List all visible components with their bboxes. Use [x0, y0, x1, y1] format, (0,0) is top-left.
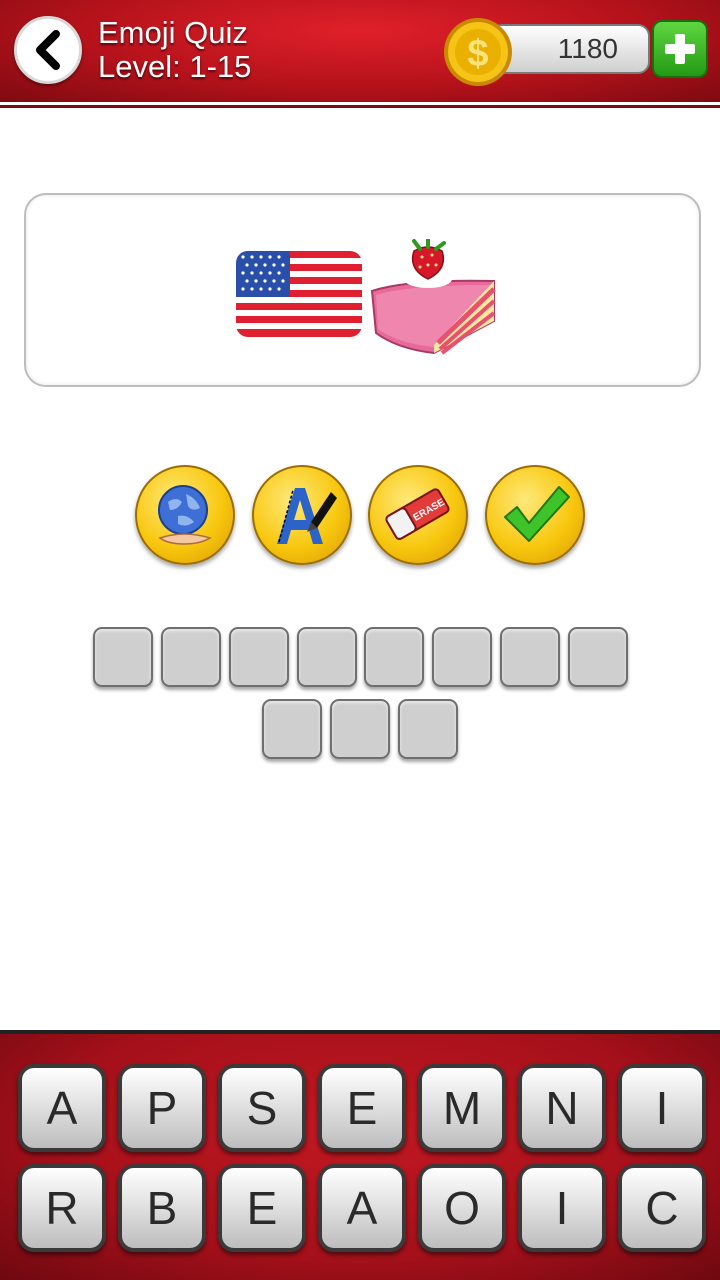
- answer-slot[interactable]: [398, 699, 458, 759]
- coin-count: 1180: [557, 33, 618, 64]
- top-bar: Emoji Quiz Level: 1-15 1180 $: [0, 0, 720, 108]
- erase-icon: ERASE: [385, 488, 450, 540]
- chevron-left-icon: [36, 30, 60, 70]
- letter-key[interactable]: B: [118, 1164, 206, 1252]
- answer-slot[interactable]: [364, 627, 424, 687]
- letter-key[interactable]: M: [418, 1064, 506, 1152]
- letter-keyboard: A P S E M N I R B E A O I C: [0, 1030, 720, 1280]
- svg-text:$: $: [467, 33, 488, 75]
- erase-button[interactable]: ERASE: [368, 465, 468, 565]
- plus-icon: [665, 34, 695, 64]
- answer-slot[interactable]: [500, 627, 560, 687]
- letter-key[interactable]: S: [218, 1064, 306, 1152]
- answer-slot[interactable]: [297, 627, 357, 687]
- game-title: Emoji Quiz: [98, 15, 248, 50]
- letter-key[interactable]: I: [618, 1064, 706, 1152]
- level-title: Emoji Quiz Level: 1-15: [98, 16, 251, 84]
- coin-balance: 1180: [490, 24, 650, 74]
- add-coins-button[interactable]: [652, 20, 708, 78]
- letter-key[interactable]: R: [18, 1164, 106, 1252]
- reveal-letter-button[interactable]: [252, 465, 352, 565]
- letter-key[interactable]: O: [418, 1164, 506, 1252]
- level-label: Level: 1-15: [98, 49, 252, 84]
- solve-button[interactable]: [485, 465, 585, 565]
- emoji-clue-panel: [24, 193, 701, 387]
- letter-key[interactable]: C: [618, 1164, 706, 1252]
- letter-key[interactable]: A: [18, 1064, 106, 1152]
- coin-icon: $: [444, 18, 512, 86]
- letter-key[interactable]: E: [318, 1064, 406, 1152]
- letter-key[interactable]: I: [518, 1164, 606, 1252]
- solve-check-icon: [504, 486, 570, 542]
- letter-key[interactable]: E: [218, 1164, 306, 1252]
- letter-key[interactable]: N: [518, 1064, 606, 1152]
- answer-slot[interactable]: [93, 627, 153, 687]
- reveal-hint-button[interactable]: [135, 465, 235, 565]
- reveal-globe-icon: [158, 485, 212, 545]
- answer-slot[interactable]: [432, 627, 492, 687]
- answer-slot[interactable]: [262, 699, 322, 759]
- letter-key[interactable]: A: [318, 1164, 406, 1252]
- back-button[interactable]: [14, 16, 82, 84]
- answer-slot[interactable]: [229, 627, 289, 687]
- us-flag-emoji: [236, 251, 362, 337]
- strawberry-cake-emoji: [370, 239, 496, 355]
- answer-slot[interactable]: [568, 627, 628, 687]
- reveal-letter-icon: [277, 488, 337, 544]
- letter-key[interactable]: P: [118, 1064, 206, 1152]
- answer-slot[interactable]: [330, 699, 390, 759]
- answer-slot[interactable]: [161, 627, 221, 687]
